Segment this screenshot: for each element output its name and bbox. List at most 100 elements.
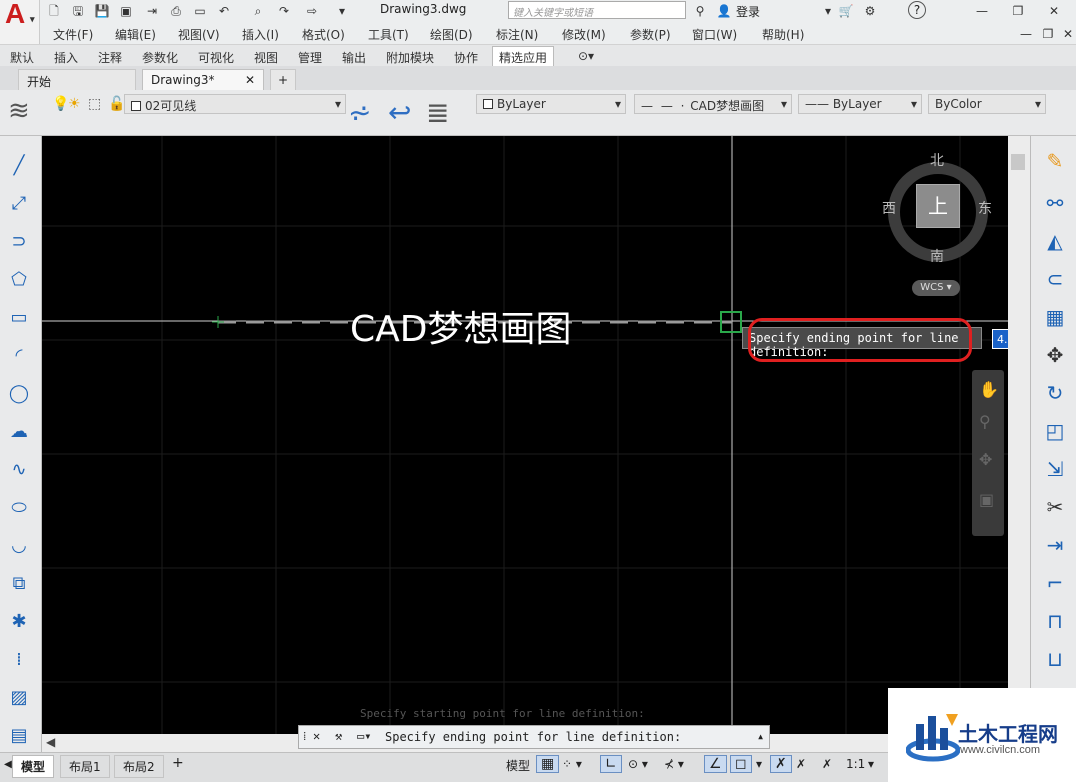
pan-hand-icon[interactable]: ✋: [979, 380, 999, 399]
tab-collaborate[interactable]: 协作: [454, 49, 478, 66]
add-tab-button[interactable]: +: [270, 69, 296, 90]
break-at-point-icon[interactable]: ⌐: [1039, 568, 1071, 598]
insert-block-icon[interactable]: ⧉: [4, 568, 34, 598]
spline-icon[interactable]: ∿: [4, 454, 34, 484]
menu-close-icon[interactable]: ✕: [1060, 26, 1076, 42]
restore-window-icon[interactable]: ❐: [1010, 3, 1026, 19]
rotate-icon[interactable]: ↻: [1039, 378, 1071, 408]
polygon-icon[interactable]: ⬠: [4, 264, 34, 294]
object-snap-icon[interactable]: ◻: [730, 755, 752, 773]
tab-output[interactable]: 输出: [342, 49, 366, 66]
color-dropdown[interactable]: ByLayer ▾: [476, 94, 626, 114]
lock-icon[interactable]: 🔓: [108, 96, 125, 112]
menu-tools[interactable]: 工具(T): [368, 26, 409, 43]
tab-insert[interactable]: 插入: [54, 49, 78, 66]
close-window-icon[interactable]: ✕: [1046, 3, 1062, 19]
sun-icon[interactable]: ☀: [68, 96, 81, 112]
join-icon[interactable]: ⊔: [1039, 644, 1071, 674]
command-close-icon[interactable]: ✕: [313, 729, 320, 743]
undo-icon[interactable]: ↶: [216, 3, 232, 19]
tab-close-icon[interactable]: ✕: [245, 73, 255, 87]
compass-north[interactable]: 北: [930, 150, 944, 170]
menu-format[interactable]: 格式(O): [302, 26, 345, 43]
eraser-icon[interactable]: ✎: [1039, 146, 1071, 176]
ellipse-icon[interactable]: ⬭: [4, 492, 34, 522]
object-snap-dropdown-icon[interactable]: ▾: [756, 757, 762, 771]
scroll-left-arrow-icon[interactable]: ◀: [46, 735, 55, 749]
login-button[interactable]: 登录: [736, 3, 760, 20]
menu-insert[interactable]: 插入(I): [242, 26, 279, 43]
showmotion-icon[interactable]: ▣: [979, 490, 994, 509]
scale-dropdown-icon[interactable]: ▾: [868, 757, 874, 771]
tab-layout1[interactable]: 布局1: [60, 755, 110, 778]
tab-start[interactable]: 开始: [18, 69, 136, 90]
layer-properties-icon[interactable]: ≋: [8, 96, 30, 126]
annotation-visibility-icon[interactable]: ✗: [770, 755, 792, 773]
command-history-arrow-icon[interactable]: ▴: [757, 729, 764, 743]
freeze-viewport-icon[interactable]: ⬚: [88, 96, 101, 112]
object-snap-tracking-icon[interactable]: ∠: [704, 755, 727, 773]
binoculars-icon[interactable]: ⚲: [692, 3, 708, 19]
annotation-scale-icon[interactable]: ✗: [822, 757, 832, 771]
minimize-window-icon[interactable]: —: [974, 3, 990, 19]
menu-parametric[interactable]: 参数(P): [630, 26, 671, 43]
point-icon[interactable]: ⁞: [4, 644, 34, 674]
menu-modify[interactable]: 修改(M): [562, 26, 606, 43]
menu-help[interactable]: 帮助(H): [762, 26, 804, 43]
ortho-icon[interactable]: ∟: [600, 755, 622, 773]
menu-window[interactable]: 窗口(W): [692, 26, 737, 43]
isometric-icon[interactable]: ⊀ ▾: [664, 757, 684, 771]
vertical-scroll-thumb[interactable]: [1011, 154, 1025, 170]
user-icon[interactable]: 👤: [716, 3, 732, 19]
linetype-dropdown[interactable]: — — · CAD梦想画图 ▾: [634, 94, 792, 114]
lineweight-dropdown[interactable]: —— ByLayer ▾: [798, 94, 922, 114]
match-icon[interactable]: ⌕: [250, 3, 266, 19]
menu-restore-icon[interactable]: ❐: [1040, 26, 1056, 42]
menu-draw[interactable]: 绘图(D): [430, 26, 473, 43]
construction-line-icon[interactable]: ⤢: [4, 188, 34, 218]
array-icon[interactable]: ▦: [1039, 302, 1071, 332]
layer-state-icon[interactable]: ≣: [426, 96, 449, 129]
tab-parametric[interactable]: 参数化: [142, 49, 178, 66]
scale-icon[interactable]: ◰: [1039, 416, 1071, 446]
ribbon-toggle-icon[interactable]: ⊙▾: [578, 49, 594, 63]
wcs-menu[interactable]: WCS ▾: [912, 280, 960, 296]
menu-dimension[interactable]: 标注(N): [496, 26, 538, 43]
revision-cloud-icon[interactable]: ☁: [4, 416, 34, 446]
annotation-scale-value[interactable]: 1:1: [846, 757, 865, 771]
trim-scissors-icon[interactable]: ✂: [1039, 492, 1071, 522]
share-icon[interactable]: ⇨: [304, 3, 320, 19]
offset-icon[interactable]: ⊂: [1039, 264, 1071, 294]
layer-previous-icon[interactable]: ↩: [388, 96, 411, 129]
line-tool-icon[interactable]: ╱: [4, 150, 34, 180]
compass-west[interactable]: 西: [882, 198, 896, 218]
tab-manage[interactable]: 管理: [298, 49, 322, 66]
help-button[interactable]: ?: [908, 1, 926, 19]
extend-icon[interactable]: ⇥: [1039, 530, 1071, 560]
ellipse-arc-icon[interactable]: ◡: [4, 530, 34, 560]
make-block-icon[interactable]: ✱: [4, 606, 34, 636]
quick-access-dropdown-icon[interactable]: ▾: [334, 3, 350, 19]
add-layout-icon[interactable]: +: [172, 755, 184, 771]
grid-toggle-icon[interactable]: ▦: [536, 755, 560, 773]
command-customize-icon[interactable]: ⚒: [335, 729, 342, 743]
command-line-grip-icon[interactable]: ⁞: [303, 729, 306, 744]
compass-south[interactable]: 南: [930, 246, 944, 266]
orbit-icon[interactable]: ✥: [979, 450, 992, 469]
plotstyle-dropdown[interactable]: ByColor ▾: [928, 94, 1046, 114]
viewcube-top-face[interactable]: 上: [916, 184, 960, 228]
app-logo[interactable]: A ▾: [0, 0, 40, 44]
vertical-scrollbar[interactable]: [1008, 136, 1030, 734]
stretch-icon[interactable]: ⇲: [1039, 454, 1071, 484]
tab-default[interactable]: 默认: [10, 49, 34, 66]
tab-addins[interactable]: 附加模块: [386, 49, 434, 66]
export-icon[interactable]: ⇥: [144, 3, 160, 19]
circle-icon[interactable]: ◯: [4, 378, 34, 408]
auto-scale-icon[interactable]: ✗: [796, 757, 806, 771]
menu-edit[interactable]: 编辑(E): [115, 26, 156, 43]
break-icon[interactable]: ⊓: [1039, 606, 1071, 636]
lightbulb-icon[interactable]: 💡: [52, 96, 69, 112]
exchange-icon[interactable]: ⚙: [862, 3, 878, 19]
menu-file[interactable]: 文件(F): [53, 26, 93, 43]
menu-view[interactable]: 视图(V): [178, 26, 220, 43]
